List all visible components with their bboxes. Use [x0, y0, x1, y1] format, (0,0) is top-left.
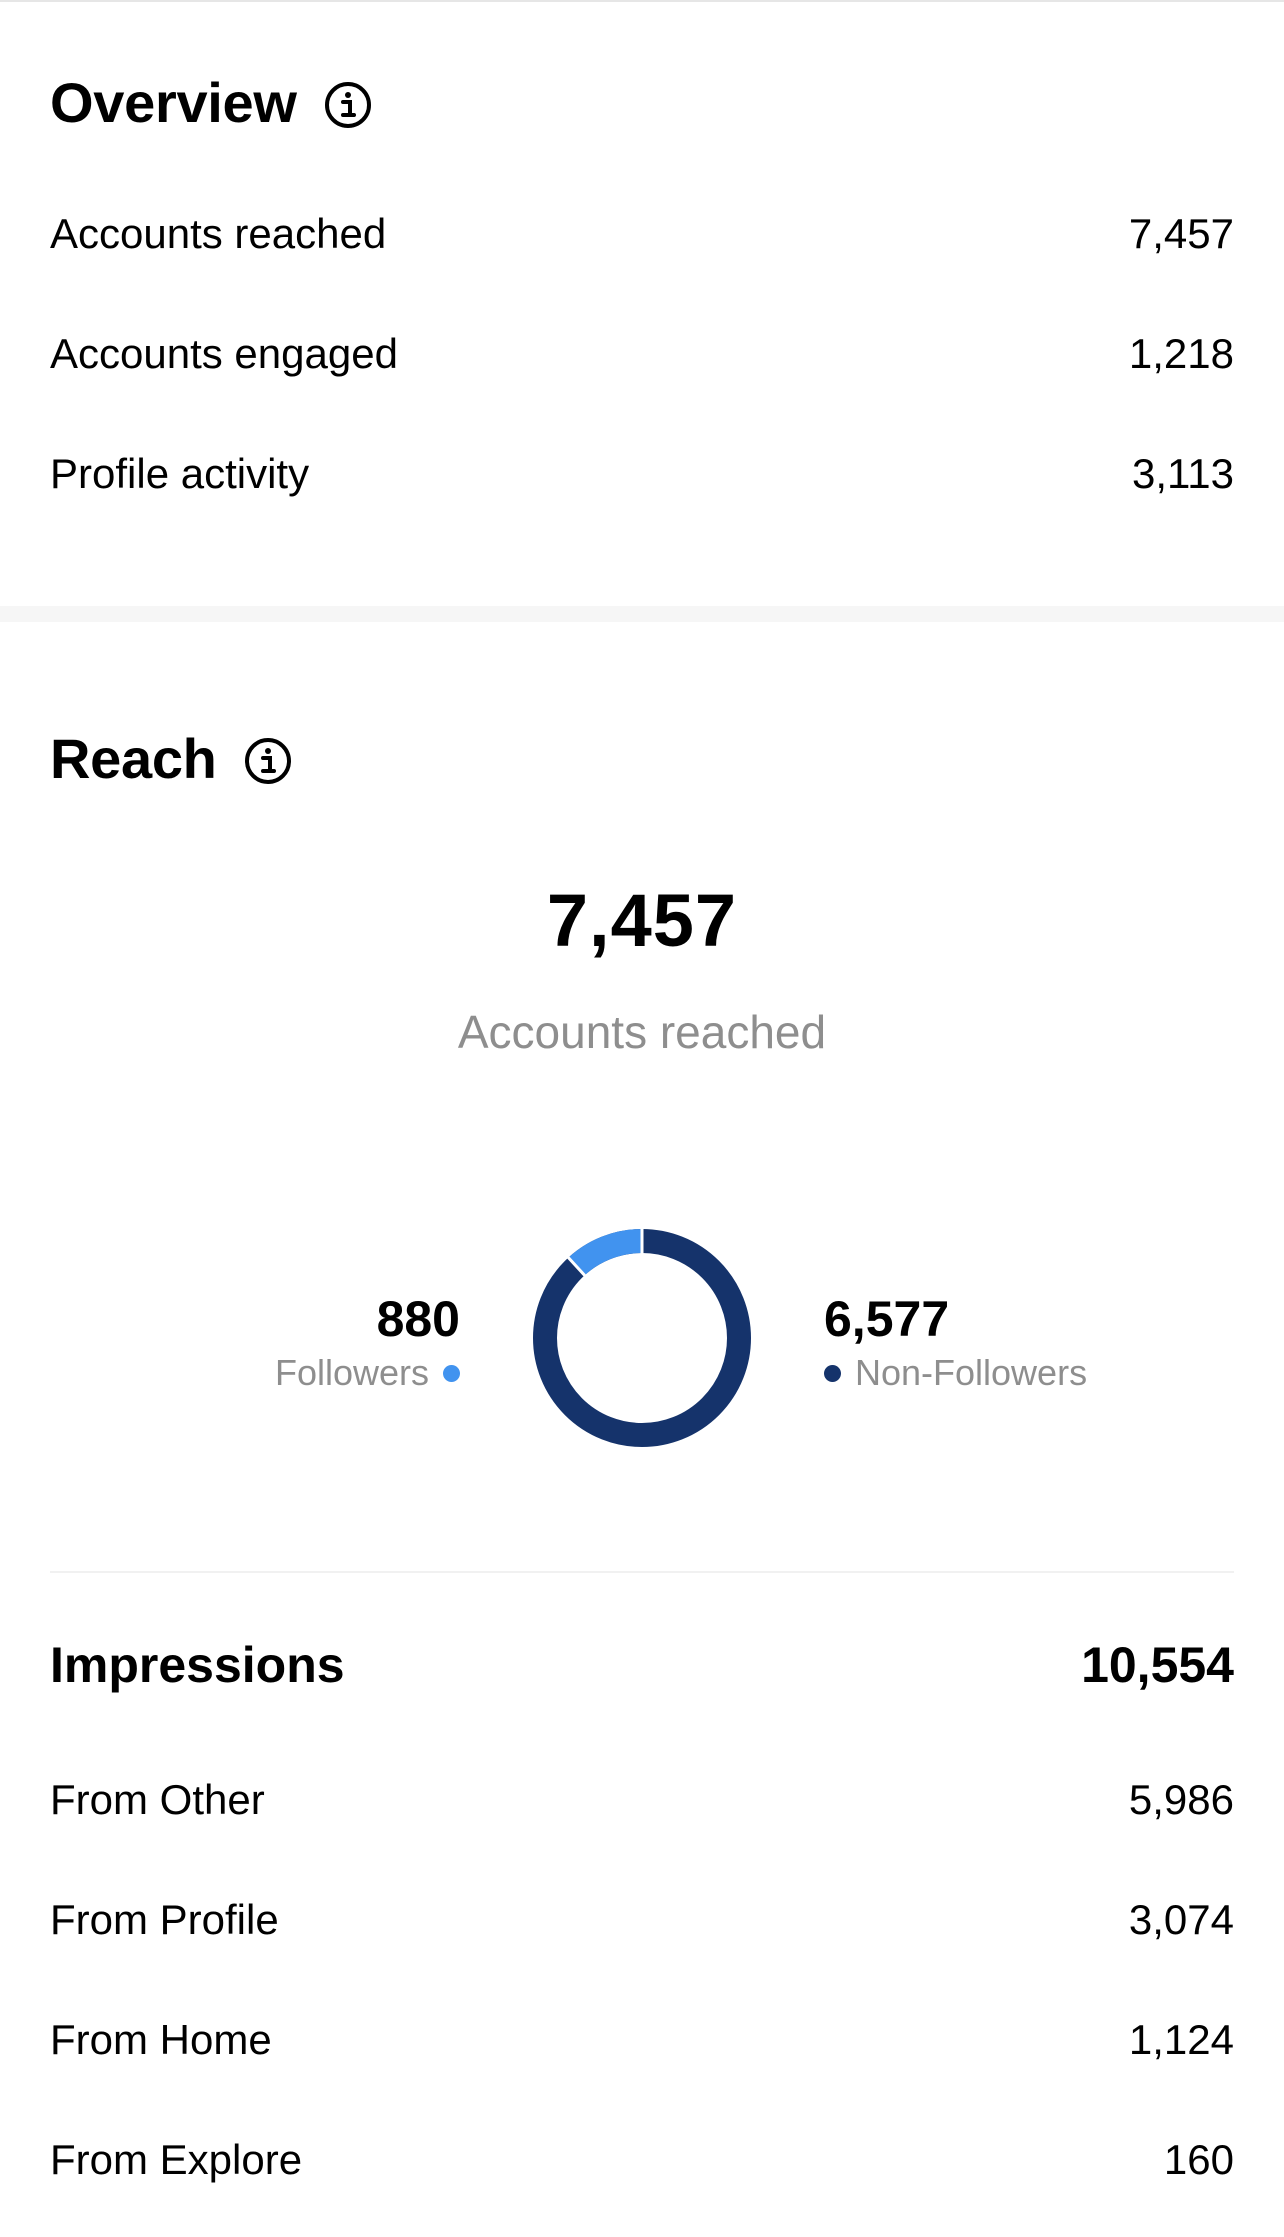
- non-followers-value: 6,577: [824, 1291, 950, 1347]
- non-followers-dot-icon: [824, 1364, 841, 1382]
- reach-title: Reach: [50, 726, 293, 791]
- non-followers-label: Non-Followers: [855, 1352, 1088, 1393]
- divider: [50, 1571, 1234, 1573]
- followers-legend: Followers: [275, 1352, 460, 1394]
- info-icon[interactable]: [323, 78, 373, 128]
- impressions-value: 10,554: [1081, 1637, 1234, 1693]
- impressions-row-from-other[interactable]: From Other 5,986: [50, 1776, 1234, 1824]
- overview-row-accounts-engaged[interactable]: Accounts engaged 1,218: [50, 330, 1234, 378]
- row-label: Profile activity: [50, 450, 310, 497]
- row-label: Accounts reached: [50, 210, 387, 257]
- followers-stat: 880 Followers: [275, 1290, 460, 1394]
- overview-row-accounts-reached[interactable]: Accounts reached 7,457: [50, 210, 1234, 258]
- row-value: 5,986: [1128, 1776, 1234, 1823]
- row-label: From Other: [50, 1776, 265, 1823]
- row-value: 1,124: [1128, 2016, 1234, 2063]
- overview-title: Overview: [50, 70, 373, 135]
- row-value: 7,457: [1128, 210, 1234, 257]
- impressions-row-from-home[interactable]: From Home 1,124: [50, 2016, 1234, 2064]
- followers-dot-icon: [443, 1364, 460, 1382]
- reach-total-value: 7,457: [546, 879, 738, 962]
- donut-non-followers-segment: [533, 1229, 751, 1447]
- row-value: 3,113: [1132, 450, 1234, 497]
- row-label: From Home: [50, 2016, 272, 2063]
- non-followers-legend: Non-Followers: [824, 1352, 1087, 1394]
- followers-value: 880: [376, 1291, 460, 1347]
- impressions-header: Impressions 10,554: [50, 1636, 1234, 1694]
- impressions-row-from-profile[interactable]: From Profile 3,074: [50, 1896, 1234, 1944]
- overview-title-text: Overview: [50, 71, 297, 134]
- row-label: From Explore: [50, 2136, 303, 2183]
- non-followers-stat: 6,577 Non-Followers: [824, 1290, 1087, 1394]
- section-separator: [0, 606, 1284, 622]
- reach-donut-chart: [533, 1228, 751, 1447]
- row-value: 3,074: [1128, 1896, 1234, 1943]
- row-label: Accounts engaged: [50, 330, 398, 377]
- reach-total-label: Accounts reached: [457, 1006, 827, 1058]
- impressions-row-from-explore[interactable]: From Explore 160: [50, 2136, 1234, 2184]
- row-label: From Profile: [50, 1896, 279, 1943]
- row-value: 160: [1163, 2136, 1234, 2183]
- followers-label: Followers: [274, 1352, 429, 1393]
- reach-title-text: Reach: [50, 727, 217, 790]
- top-divider: [0, 0, 1284, 2]
- insights-page: Overview Accounts reached 7,457 Accounts…: [0, 0, 1284, 2237]
- impressions-title: Impressions: [50, 1637, 345, 1693]
- row-value: 1,218: [1128, 330, 1234, 377]
- info-icon[interactable]: [243, 734, 293, 784]
- overview-row-profile-activity[interactable]: Profile activity 3,113: [50, 450, 1234, 498]
